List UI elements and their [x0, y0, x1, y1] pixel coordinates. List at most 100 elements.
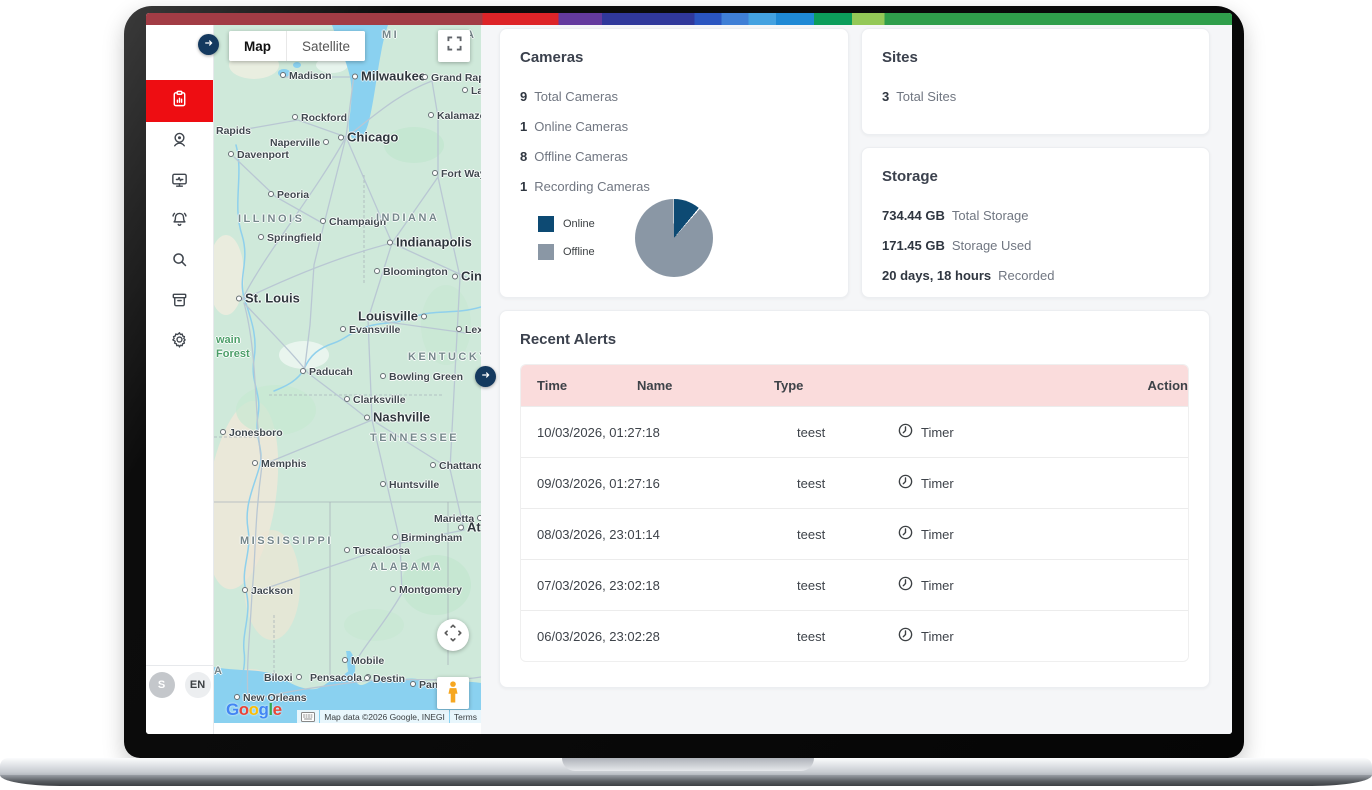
map-label: Rapids	[216, 125, 251, 137]
map-label: Tuscaloosa	[344, 545, 410, 557]
map-label: Mobile	[342, 655, 384, 667]
map-label: ALABAMA	[370, 561, 443, 573]
sites-card: Sites 3Total Sites	[861, 28, 1210, 135]
alert-name: teest	[781, 476, 881, 491]
alert-row[interactable]: 09/03/2026, 01:27:16 teest	[521, 457, 1188, 508]
pegman-icon	[446, 680, 460, 709]
map-canvas[interactable]: MI A Madison MilwaukeeGrand RapidsLan Rockfo…	[214, 25, 481, 723]
google-logo[interactable]: Google	[226, 700, 282, 720]
stat-line: 734.44 GBTotal Storage	[882, 208, 1189, 223]
legend-swatch	[538, 216, 554, 232]
sidebar-item-alerts[interactable]	[146, 202, 213, 242]
map-label: Grand Rapids	[422, 72, 481, 84]
map-tab[interactable]: Map	[229, 31, 286, 61]
fullscreen-icon	[447, 36, 462, 56]
legend-item: Online	[538, 216, 595, 232]
alert-name: teest	[781, 425, 881, 440]
dashboard-content: Cameras 9Total Cameras1Online Cameras8Of…	[481, 25, 1232, 734]
map-label: Lan	[462, 85, 481, 97]
webcam-icon	[170, 130, 189, 154]
timer-clock-icon	[897, 422, 914, 442]
screen: S EN	[146, 13, 1232, 734]
alert-row[interactable]: 10/03/2026, 01:27:18 teest	[521, 406, 1188, 457]
sidebar: S EN	[146, 25, 214, 734]
sidebar-item-cameras[interactable]	[146, 122, 213, 162]
google-logo-letter: e	[273, 700, 282, 719]
map-label: Memphis	[252, 458, 307, 470]
storage-card: Storage 734.44 GBTotal Storage 171.45 GBS…	[861, 147, 1210, 298]
column-header: Type	[758, 378, 1132, 393]
map-label: Nashville	[364, 410, 430, 425]
language-toggle[interactable]: EN	[185, 672, 211, 698]
storage-title: Storage	[882, 168, 1189, 185]
laptop-base-notch	[562, 758, 814, 771]
pie-chart	[635, 199, 713, 277]
alert-row[interactable]: 08/03/2026, 23:01:14 teest	[521, 508, 1188, 559]
column-header: Name	[621, 378, 758, 393]
map-label: Fort Wayn	[432, 168, 481, 180]
arrow-right-icon	[480, 368, 492, 386]
stat-line: 9Total Cameras	[520, 89, 828, 104]
map-label: INDIANA	[376, 212, 439, 224]
laptop-base-bottom	[0, 775, 1372, 786]
laptop-base-top	[0, 758, 1372, 775]
map-label: Kalamazoo	[428, 110, 481, 122]
cameras-stats: 9Total Cameras1Online Cameras8Offline Ca…	[520, 89, 828, 194]
map-label: Indianapolis	[387, 235, 472, 250]
street-view-pegman[interactable]	[437, 677, 469, 709]
map-label: TENNESSEE	[370, 432, 459, 444]
map-expand-arrow[interactable]	[475, 366, 496, 387]
pan-control[interactable]	[437, 619, 469, 651]
map-label: Rockford	[292, 112, 347, 124]
map-label: Springfield	[258, 232, 322, 244]
alert-type: Timer	[881, 575, 1018, 595]
map-label: A	[214, 665, 224, 677]
sidebar-collapse-arrow[interactable]	[198, 34, 219, 55]
timer-clock-icon	[897, 575, 914, 595]
sidebar-item-archive[interactable]	[146, 282, 213, 322]
map-label: wain	[216, 334, 240, 346]
alert-row[interactable]: 07/03/2026, 23:02:18 teest	[521, 559, 1188, 610]
alert-type: Timer	[881, 626, 1018, 646]
satellite-tab[interactable]: Satellite	[286, 31, 365, 61]
map-label: Peoria	[268, 189, 309, 201]
map-label: Chicago	[338, 130, 398, 145]
user-avatar[interactable]: S	[149, 672, 175, 698]
map-label: MI	[382, 29, 399, 41]
legend-swatch	[538, 244, 554, 260]
map-label: Forest	[216, 348, 250, 360]
fullscreen-button[interactable]	[438, 30, 470, 62]
map-label: Milwaukee	[352, 69, 426, 84]
sidebar-footer: S EN	[146, 665, 213, 734]
map-label: Naperville	[270, 137, 329, 149]
map-label: Madison	[280, 70, 332, 82]
archive-box-icon	[170, 290, 189, 314]
cameras-card: Cameras 9Total Cameras1Online Cameras8Of…	[499, 28, 849, 298]
map-label: ILLINOIS	[238, 213, 304, 225]
google-logo-letter: g	[259, 700, 269, 719]
map-label: Destin	[364, 673, 405, 685]
map-label: Bloomington	[374, 266, 448, 278]
stat-line: 171.45 GBStorage Used	[882, 238, 1189, 253]
sidebar-item-settings[interactable]	[146, 322, 213, 362]
map-label: Paducah	[300, 366, 353, 378]
stat-line: 20 days, 18 hoursRecorded	[882, 268, 1189, 283]
sidebar-item-dashboard[interactable]	[146, 80, 213, 122]
terms-link[interactable]: Terms	[450, 710, 481, 723]
sidebar-item-search[interactable]	[146, 242, 213, 282]
alert-type: Timer	[881, 422, 1018, 442]
alert-row[interactable]: 06/03/2026, 23:02:28 teest	[521, 610, 1188, 661]
map-label: MISSISSIPPI	[240, 535, 333, 547]
sites-title: Sites	[882, 49, 1189, 66]
stat-line: 8Offline Cameras	[520, 149, 828, 164]
sidebar-item-monitor[interactable]	[146, 162, 213, 202]
map-label: Biloxi	[264, 672, 302, 684]
alert-time: 06/03/2026, 23:02:28	[521, 629, 781, 644]
recent-alerts-card: Recent Alerts TimeNameTypeAction 10/03/2…	[499, 310, 1210, 688]
alert-type: Timer	[881, 524, 1018, 544]
keyboard-shortcuts-button[interactable]	[297, 710, 319, 723]
map-data-attribution: Map data ©2026 Google, INEGI	[320, 710, 449, 723]
timer-clock-icon	[897, 473, 914, 493]
timer-clock-icon	[897, 524, 914, 544]
map-label: Pensacola	[310, 672, 371, 684]
